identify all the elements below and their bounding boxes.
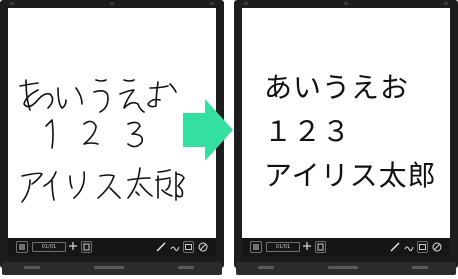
eraser-icon [185, 244, 192, 250]
page-view-button[interactable] [315, 241, 326, 253]
eraser-button[interactable] [417, 241, 428, 253]
clear-button[interactable] [431, 241, 443, 253]
sensor-dot [244, 2, 248, 5]
sensor-dot [444, 2, 448, 5]
sensor-dot [110, 2, 114, 5]
right-whiteboard-panel: あいうえお １２３ アイリス太郎 01/01 [234, 0, 458, 279]
stand-knob [178, 266, 194, 269]
convert-icon [170, 246, 180, 252]
plus-icon [303, 242, 311, 250]
stand-knob [94, 266, 124, 269]
stand-knob [412, 266, 428, 269]
eraser-icon [419, 244, 426, 250]
eraser-button[interactable] [183, 241, 194, 253]
whiteboard-toolbar: 01/01 [242, 238, 450, 256]
list-icon [253, 244, 259, 250]
whiteboard-canvas-typed[interactable]: あいうえお １２３ アイリス太郎 [242, 8, 450, 238]
add-page-button[interactable] [302, 241, 313, 253]
text-line-3: アイリス太郎 [264, 159, 437, 192]
list-icon [19, 244, 25, 250]
sensor-dot [210, 2, 214, 5]
whiteboard-toolbar: 01/01 [8, 238, 216, 256]
sensor-dot [10, 2, 14, 5]
stand-knob [258, 266, 274, 269]
whiteboard-stand [236, 262, 456, 275]
text-line-2: １２３ [264, 115, 352, 148]
page-icon [83, 243, 90, 251]
stand-knob [328, 266, 358, 269]
menu-button[interactable] [16, 241, 28, 253]
plus-icon [69, 242, 77, 250]
whiteboard-stand [2, 262, 222, 275]
sensor-dot [344, 2, 348, 5]
no-entry-icon [198, 242, 208, 252]
stand-knob [24, 266, 40, 269]
menu-button[interactable] [250, 241, 262, 253]
right-arrow-icon [183, 99, 233, 161]
clear-button[interactable] [197, 241, 209, 253]
pen-button[interactable] [389, 241, 401, 253]
page-indicator-text: 01/01 [275, 244, 291, 250]
pen-button[interactable] [155, 241, 167, 253]
convert-icon [404, 246, 414, 252]
page-indicator[interactable]: 01/01 [32, 242, 66, 252]
page-indicator[interactable]: 01/01 [266, 242, 300, 252]
page-view-button[interactable] [81, 241, 92, 253]
text-recognize-button[interactable] [403, 241, 415, 253]
page-icon [317, 243, 324, 251]
pen-icon [390, 242, 400, 252]
page-indicator-text: 01/01 [41, 244, 57, 250]
add-page-button[interactable] [68, 241, 79, 253]
no-entry-icon [432, 242, 442, 252]
pen-icon [156, 242, 166, 252]
text-line-1: あいうえお [264, 71, 410, 104]
text-recognize-button[interactable] [169, 241, 181, 253]
